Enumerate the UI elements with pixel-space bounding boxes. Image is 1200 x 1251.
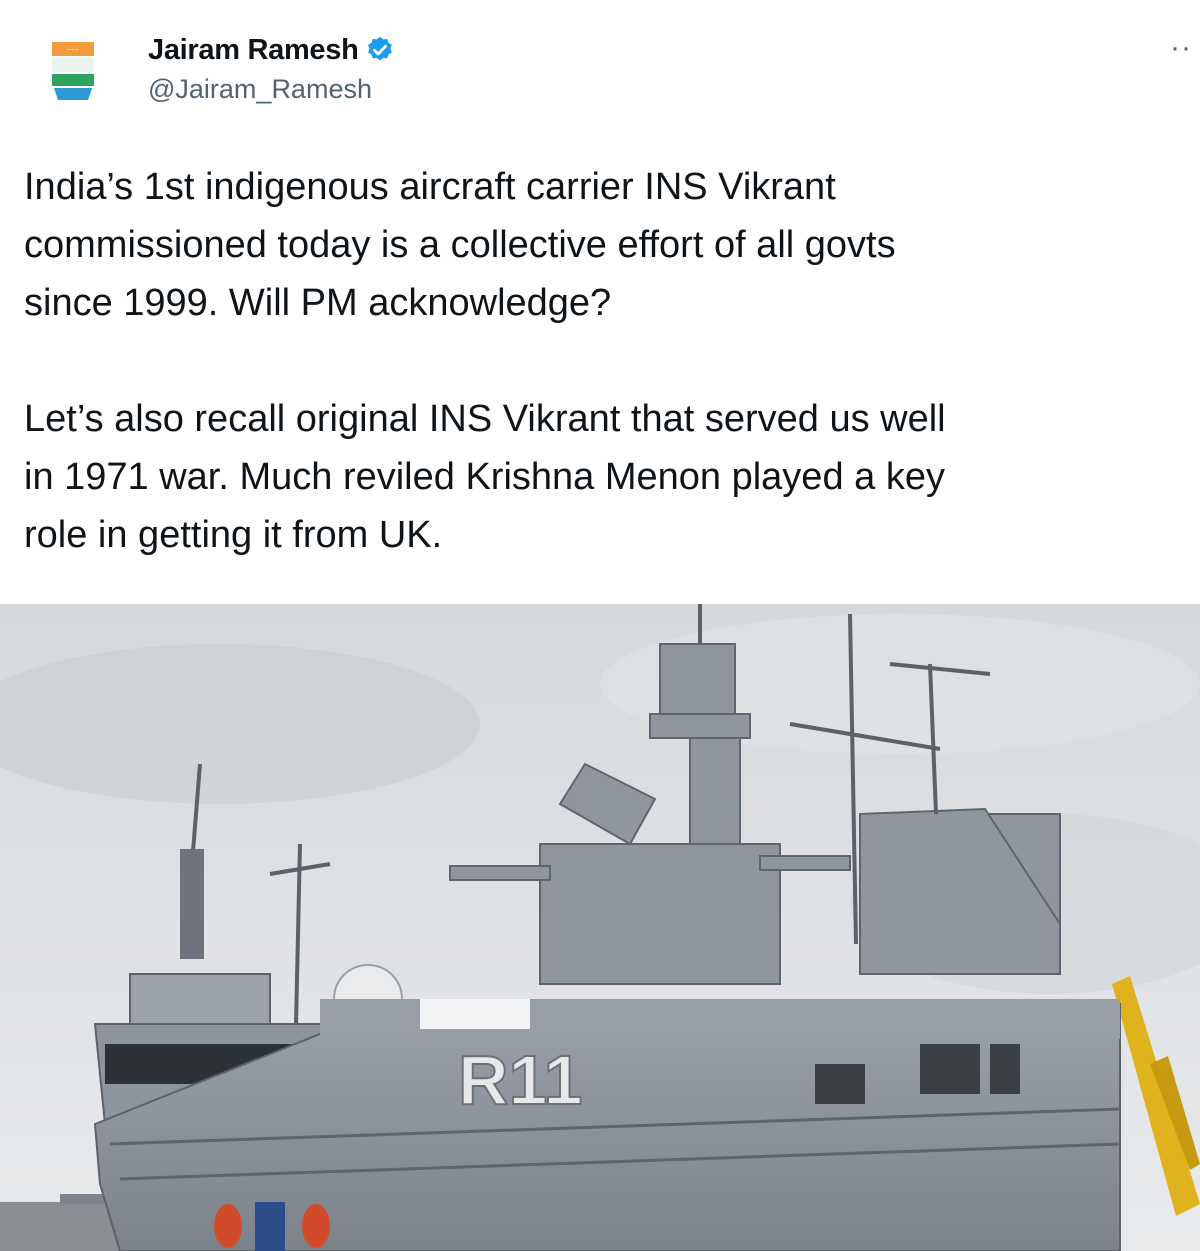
tweet-media-photo[interactable]: R11 [0,604,1200,1251]
crew-on-deck [420,999,530,1029]
hull-number: R11 [458,1041,583,1119]
svg-text:~~~: ~~~ [67,47,79,54]
tweet-paragraph-2: Let’s also recall original INS Vikrant t… [24,390,1200,564]
tweet-line: in 1971 war. Much reviled Krishna Menon … [24,456,945,498]
tweet-line: since 1999. Will PM acknowledge? [24,282,612,324]
tweet-line: role in getting it from UK. [24,514,443,556]
tweet-text: India’s 1st indigenous aircraft carrier … [24,158,1200,564]
tweet-line: India’s 1st indigenous aircraft carrier … [24,166,836,208]
tweet-paragraph-1: India’s 1st indigenous aircraft carrier … [24,158,1200,332]
author-handle[interactable]: @Jairam_Ramesh [148,74,372,105]
avatar[interactable]: ~~~ [48,40,98,102]
tweet-line: commissioned today is a collective effor… [24,224,896,266]
tweet-line: Let’s also recall original INS Vikrant t… [24,398,946,440]
author-display-name[interactable]: Jairam Ramesh [148,34,359,67]
ship-crests [214,1202,330,1251]
verified-badge-icon [367,36,392,61]
author-name-row: Jairam Ramesh [148,30,395,70]
more-options-icon[interactable]: ·· [1170,33,1192,63]
